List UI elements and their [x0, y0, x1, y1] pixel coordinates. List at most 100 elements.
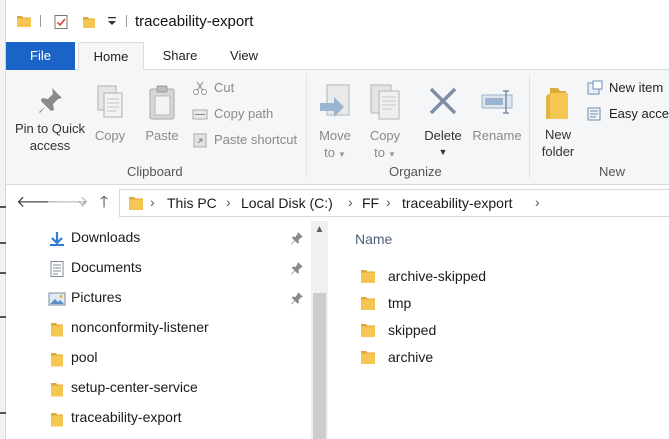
nav-item-documents[interactable]: Documents	[6, 254, 311, 284]
column-header-name[interactable]: Name	[355, 231, 392, 247]
forward-arrow-icon[interactable]: 🡒	[46, 193, 89, 213]
window-title: traceability-export	[135, 13, 254, 30]
delete-button[interactable]: Delete ▼	[420, 76, 466, 161]
nav-item-setup-center-service[interactable]: setup-center-service	[6, 374, 311, 404]
nav-item-label: Downloads	[71, 229, 141, 245]
breadcrumb-chevron-icon[interactable]: ›	[535, 194, 540, 210]
navigation-pane: Downloads Documents Pictures nonconformi…	[6, 221, 328, 439]
paste-shortcut-label: Paste shortcut	[214, 132, 298, 147]
folder-icon	[129, 197, 143, 210]
title-bar: traceability-export	[6, 0, 669, 42]
copy-path-icon	[192, 109, 208, 120]
nav-item-traceability-export[interactable]: traceability-export	[6, 404, 311, 434]
copy-icon	[97, 85, 123, 118]
delete-dropdown-caret[interactable]: ▼	[420, 144, 466, 161]
file-explorer-window: traceability-export File Home Share View…	[6, 0, 669, 439]
tab-file[interactable]: File	[6, 42, 75, 70]
nav-item-nonconformity-listener[interactable]: nonconformity-listener	[6, 314, 311, 344]
copy-to-label-line2: to ▼	[374, 145, 396, 160]
breadcrumb-this-pc[interactable]: This PC	[167, 195, 217, 211]
new-folder-button[interactable]: New folder	[534, 76, 582, 160]
background-window-edge	[0, 0, 6, 439]
group-separator	[306, 74, 307, 178]
properties-icon[interactable]	[53, 14, 69, 30]
tab-view[interactable]: View	[216, 42, 272, 70]
folder-icon	[361, 270, 375, 283]
pin-icon[interactable]	[290, 261, 304, 275]
list-item[interactable]: skipped	[348, 318, 668, 344]
pin-label-line2: access	[29, 138, 71, 153]
background-window-glyph	[0, 272, 6, 274]
new-folder-label-line1: New	[544, 127, 571, 142]
file-name: skipped	[388, 322, 437, 338]
copy-to-button[interactable]: Copy to ▼	[362, 76, 408, 163]
move-to-icon	[320, 84, 350, 117]
rename-icon	[481, 90, 513, 114]
scroll-up-arrow-icon[interactable]: ▲	[311, 221, 328, 238]
pin-label-line1: Pin to Quick	[14, 121, 86, 136]
easy-access-label: Easy acces	[609, 106, 669, 121]
background-window-glyph	[0, 242, 6, 244]
pictures-icon	[48, 292, 66, 306]
folder-icon	[51, 323, 63, 337]
toolbar-separator	[40, 15, 41, 27]
nav-item-label: traceability-export	[71, 409, 182, 425]
rename-button[interactable]: Rename	[468, 76, 526, 144]
scrollbar-thumb[interactable]	[313, 293, 326, 439]
toolbar-separator	[126, 15, 127, 27]
folder-icon	[361, 324, 375, 337]
nav-item-downloads[interactable]: Downloads	[6, 224, 311, 254]
up-arrow-icon[interactable]: 🡑	[94, 193, 114, 213]
back-arrow-icon[interactable]: 🡐	[16, 193, 59, 213]
breadcrumb-chevron-icon[interactable]: ›	[386, 194, 391, 210]
nav-item-pictures[interactable]: Pictures	[6, 284, 311, 314]
recent-locations-chevron-icon[interactable]: ⌵	[72, 193, 92, 213]
copy-to-icon	[370, 84, 400, 120]
ribbon: Pin to Quick access Copy Paste Cut Copy …	[6, 70, 669, 185]
new-group-label: New	[599, 164, 626, 179]
list-item[interactable]: archive-skipped	[348, 264, 668, 290]
breadcrumb-chevron-icon[interactable]: ›	[226, 194, 231, 210]
file-list: Name archive-skipped tmp skipped archive	[328, 221, 669, 439]
folder-icon	[361, 297, 375, 310]
nav-pane-scrollbar[interactable]: ▲	[311, 221, 328, 439]
delete-label: Delete	[424, 128, 462, 143]
copy-button[interactable]: Copy	[90, 76, 130, 144]
tab-home[interactable]: Home	[78, 42, 144, 71]
organize-group-label: Organize	[389, 164, 442, 179]
nav-item-pool[interactable]: pool	[6, 344, 311, 374]
new-folder-icon[interactable]	[81, 14, 97, 30]
list-item[interactable]: archive	[348, 345, 668, 371]
breadcrumb-local-disk[interactable]: Local Disk (C:)	[241, 195, 333, 211]
file-name: archive	[388, 349, 434, 365]
list-item[interactable]: tmp	[348, 291, 668, 317]
breadcrumb-ff[interactable]: FF	[362, 195, 379, 211]
address-bar[interactable]: › This PC › Local Disk (C:) › FF › trace…	[119, 189, 669, 217]
pin-icon[interactable]	[290, 231, 304, 245]
paste-label: Paste	[145, 128, 179, 143]
breadcrumb-traceability-export[interactable]: traceability-export	[402, 195, 513, 211]
background-window-glyph	[0, 412, 6, 414]
pin-icon[interactable]	[290, 291, 304, 305]
move-to-label-line1: Move	[319, 128, 351, 143]
copy-label: Copy	[94, 128, 126, 143]
new-item-label: New item	[609, 80, 664, 95]
documents-icon	[50, 261, 64, 277]
pin-to-quick-access-button[interactable]: Pin to Quick access	[10, 76, 90, 154]
breadcrumb-chevron-icon[interactable]: ›	[150, 194, 155, 210]
move-to-button[interactable]: Move to ▼	[312, 76, 358, 163]
tab-share[interactable]: Share	[149, 42, 211, 70]
rename-label: Rename	[472, 128, 522, 143]
breadcrumb-chevron-icon[interactable]: ›	[348, 194, 353, 210]
new-folder-label-line2: folder	[541, 144, 575, 159]
cut-label: Cut	[214, 80, 235, 95]
file-name: tmp	[388, 295, 412, 311]
delete-x-icon	[429, 87, 457, 115]
nav-item-label: Documents	[71, 259, 142, 275]
copy-to-label-line1: Copy	[369, 128, 401, 143]
paste-button[interactable]: Paste	[140, 76, 184, 144]
customize-dropdown-icon[interactable]	[105, 15, 119, 27]
nav-item-label: setup-center-service	[71, 379, 198, 395]
new-folder-icon	[546, 88, 568, 119]
paste-shortcut-icon	[193, 133, 207, 148]
